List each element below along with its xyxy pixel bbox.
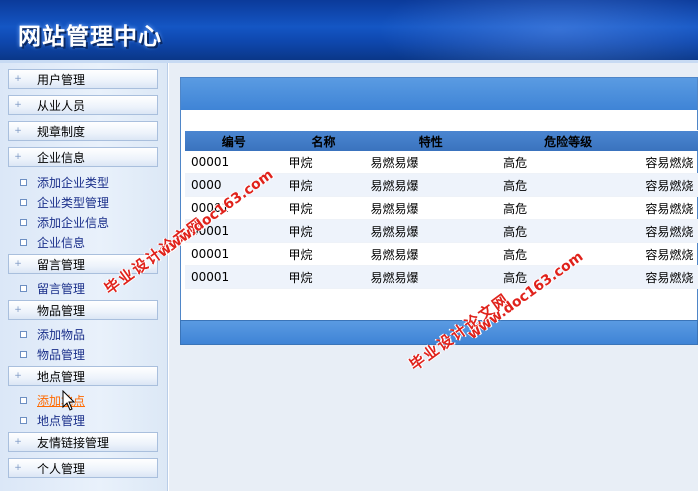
cell-name: 甲烷 [288,201,313,216]
column-header-id: 编号 [221,134,246,149]
panel-title-bar [181,78,697,110]
square-bullet-icon [20,284,27,292]
cell-property: 易燃易爆 [370,224,419,239]
table-row[interactable]: 00001 甲烷 易燃易爆 高危 容易燃烧 [185,151,698,174]
cell-name: 甲烷 [288,178,313,193]
cell-id: 0000 [191,178,222,192]
table-row[interactable]: 00001 甲烷 易燃易爆 高危 容易燃烧 [185,266,698,289]
cell-description: 容易燃烧 [645,247,694,262]
menu-goods-management[interactable]: + 物品管理 [8,300,158,320]
cell-danger-level: 高危 [503,270,528,285]
bullet-icon: + [14,305,22,315]
bullet-icon: + [14,463,22,473]
cell-name: 甲烷 [288,270,313,285]
cell-id: 00001 [191,201,230,215]
site-title: 网站管理中心 [18,24,162,50]
sidebar-item-add-company-info[interactable]: 添加企业信息 [20,214,109,230]
square-bullet-icon [20,416,27,424]
square-bullet-icon [20,238,27,246]
square-bullet-icon [20,178,27,186]
cell-id: 00001 [191,270,230,284]
menu-regulations[interactable]: + 规章制度 [8,121,158,141]
cell-name: 甲烷 [288,224,313,239]
sidebar: + 用户管理 + 从业人员 + 规章制度 + 企业信息 添加企业类型 企业类型管… [0,63,168,491]
cell-id: 00001 [191,247,230,261]
table-row[interactable]: 00001 甲烷 易燃易爆 高危 容易燃烧 [185,243,698,266]
cell-description: 容易燃烧 [645,155,694,170]
sidebar-item-location-management[interactable]: 地点管理 [20,412,85,428]
header-banner: 网站管理中心 [0,0,698,60]
goods-table: 编号 名称 特性 危险等级 00001 甲烷 易燃易爆 高危 容易燃烧 0000… [185,130,698,289]
column-header-name: 名称 [311,134,336,149]
sidebar-item-company-type-management[interactable]: 企业类型管理 [20,194,109,210]
cell-danger-level: 高危 [503,178,528,193]
cell-description: 容易燃烧 [645,201,694,216]
menu-staff[interactable]: + 从业人员 [8,95,158,115]
menu-company-info[interactable]: + 企业信息 [8,147,158,167]
bullet-icon: + [14,126,22,136]
cell-description: 容易燃烧 [645,270,694,285]
cell-danger-level: 高危 [503,247,528,262]
sidebar-item-goods-management[interactable]: 物品管理 [20,346,85,362]
cell-danger-level: 高危 [503,224,528,239]
square-bullet-icon [20,218,27,226]
sidebar-item-add-goods[interactable]: 添加物品 [20,326,85,342]
square-bullet-icon [20,330,27,338]
cell-property: 易燃易爆 [370,247,419,262]
bullet-icon: + [14,100,22,110]
cell-name: 甲烷 [288,155,313,170]
bullet-icon: + [14,74,22,84]
table-row[interactable]: 00001 甲烷 易燃易爆 高危 容易燃烧 [185,220,698,243]
bullet-icon: + [14,437,22,447]
menu-personal-management[interactable]: + 个人管理 [8,458,158,478]
panel-footer-bar [180,320,698,345]
mouse-cursor-icon [62,390,76,411]
cell-id: 00001 [191,155,230,169]
square-bullet-icon [20,198,27,206]
sidebar-item-add-company-type[interactable]: 添加企业类型 [20,174,109,190]
table-header: 编号 名称 特性 危险等级 [185,131,698,151]
cell-id: 00001 [191,224,230,238]
menu-friendly-links[interactable]: + 友情链接管理 [8,432,158,452]
cell-property: 易燃易爆 [370,270,419,285]
bullet-icon: + [14,152,22,162]
cell-property: 易燃易爆 [370,201,419,216]
column-header-property: 特性 [418,134,443,149]
column-header-danger-level: 危险等级 [544,134,593,149]
sidebar-item-message-management[interactable]: 留言管理 [20,280,85,296]
table-row[interactable]: 0000 甲烷 易燃易爆 高危 容易燃烧 [185,174,698,197]
cell-property: 易燃易爆 [370,178,419,193]
bullet-icon: + [14,371,22,381]
cell-property: 易燃易爆 [370,155,419,170]
cell-name: 甲烷 [288,247,313,262]
cell-danger-level: 高危 [503,201,528,216]
header-glow [378,0,698,60]
square-bullet-icon [20,396,27,404]
menu-message-management[interactable]: + 留言管理 [8,254,158,274]
bullet-icon: + [14,259,22,269]
sidebar-item-company-info[interactable]: 企业信息 [20,234,85,250]
cell-danger-level: 高危 [503,155,528,170]
menu-user-management[interactable]: + 用户管理 [8,69,158,89]
menu-location-management[interactable]: + 地点管理 [8,366,158,386]
cell-description: 容易燃烧 [645,224,694,239]
square-bullet-icon [20,350,27,358]
cell-description: 容易燃烧 [645,178,694,193]
table-row[interactable]: 00001 甲烷 易燃易爆 高危 容易燃烧 [185,197,698,220]
